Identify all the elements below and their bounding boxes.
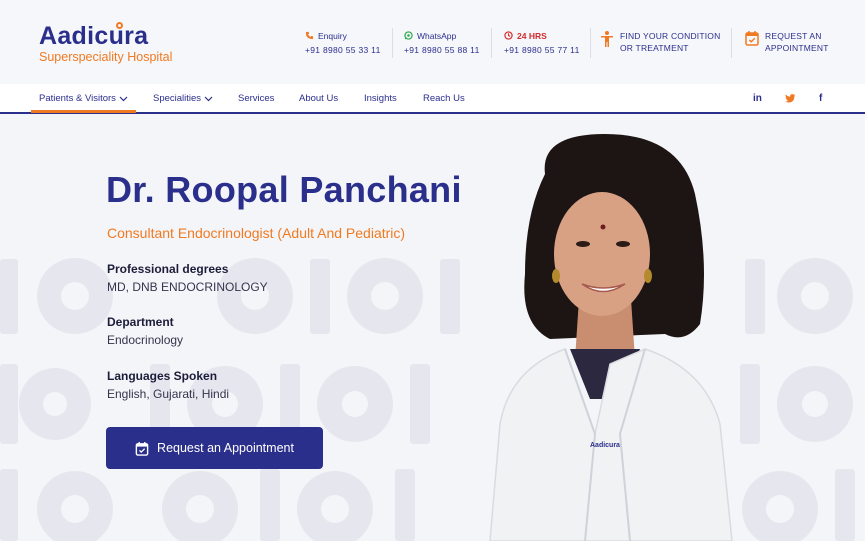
- facebook-icon[interactable]: f: [819, 93, 822, 104]
- nav-label: Patients & Visitors: [39, 93, 116, 104]
- linkedin-icon[interactable]: in: [753, 93, 762, 104]
- department-value: Endocrinology: [107, 333, 184, 347]
- nav-label: Reach Us: [423, 93, 465, 104]
- divider: [731, 28, 732, 58]
- logo-name: Aadicura: [39, 22, 149, 50]
- doctor-photo: Aadicura: [489, 134, 733, 541]
- clock-icon: [504, 31, 513, 40]
- whatsapp-number[interactable]: +91 8980 55 88 11: [404, 45, 480, 55]
- main-nav: Patients & Visitors Specialities Service…: [0, 84, 865, 114]
- coat-logo: Aadicura: [590, 442, 620, 449]
- divider: [491, 28, 492, 58]
- calendar-icon: [135, 441, 149, 456]
- phone-icon: [305, 31, 314, 40]
- divider: [590, 28, 591, 58]
- hospital-logo[interactable]: Aadicura Superspeciality Hospital: [39, 22, 172, 64]
- request-appointment-button[interactable]: Request an Appointment: [106, 427, 323, 469]
- enquiry-number[interactable]: +91 8980 55 33 11: [305, 45, 381, 55]
- nav-about-us[interactable]: About Us: [299, 93, 338, 104]
- find-condition-line1: FIND YOUR CONDITION: [620, 31, 721, 41]
- emergency-contact[interactable]: 24 HRS +91 8980 55 77 11: [504, 30, 580, 56]
- emergency-label: 24 HRS: [517, 30, 547, 41]
- nav-patients-visitors[interactable]: Patients & Visitors: [39, 93, 128, 104]
- logo-tagline: Superspeciality Hospital: [39, 50, 173, 64]
- find-condition-line2: OR TREATMENT: [620, 43, 689, 53]
- degrees-label: Professional degrees: [107, 262, 229, 276]
- doctor-name: Dr. Roopal Panchani: [106, 169, 462, 210]
- twitter-icon[interactable]: [785, 94, 796, 103]
- divider: [392, 28, 393, 58]
- person-icon: [601, 31, 613, 47]
- nav-label: Insights: [364, 93, 397, 104]
- nav-label: About Us: [299, 93, 339, 104]
- whatsapp-icon: [404, 31, 413, 40]
- department-label: Department: [107, 315, 174, 329]
- calendar-icon: [745, 31, 759, 46]
- enquiry-contact[interactable]: Enquiry +91 8980 55 33 11: [305, 30, 381, 56]
- whatsapp-label: WhatsApp: [417, 30, 457, 41]
- active-tab-indicator: [31, 110, 136, 113]
- doctor-profile-hero: Dr. Roopal Panchani Consultant Endocrino…: [0, 114, 865, 541]
- emergency-number[interactable]: +91 8980 55 77 11: [504, 45, 580, 55]
- top-header: Aadicura Superspeciality Hospital Enquir…: [0, 0, 865, 84]
- request-appointment-link[interactable]: REQUEST AN APPOINTMENT: [745, 30, 829, 54]
- enquiry-label: Enquiry: [318, 30, 347, 41]
- nav-reach-us[interactable]: Reach Us: [423, 93, 465, 104]
- request-appointment-line1: REQUEST AN: [765, 31, 822, 41]
- nav-label: Services: [238, 93, 275, 104]
- doctor-title: Consultant Endocrinologist (Adult And Pe…: [107, 225, 406, 241]
- logo-dot-icon: [116, 22, 123, 29]
- degrees-value: MD, DNB ENDOCRINOLOGY: [107, 280, 268, 294]
- whatsapp-contact[interactable]: WhatsApp +91 8980 55 88 11: [404, 30, 480, 56]
- request-appointment-button-label: Request an Appointment: [157, 441, 294, 455]
- languages-value: English, Gujarati, Hindi: [107, 387, 230, 401]
- chevron-down-icon: [119, 96, 128, 101]
- nav-services[interactable]: Services: [238, 93, 274, 104]
- languages-label: Languages Spoken: [107, 369, 218, 383]
- chevron-down-icon: [204, 96, 213, 101]
- find-condition-link[interactable]: FIND YOUR CONDITION OR TREATMENT: [600, 30, 720, 54]
- nav-specialities[interactable]: Specialities: [153, 93, 213, 104]
- request-appointment-line2: APPOINTMENT: [765, 43, 829, 53]
- nav-label: Specialities: [153, 93, 202, 104]
- nav-insights[interactable]: Insights: [364, 93, 397, 104]
